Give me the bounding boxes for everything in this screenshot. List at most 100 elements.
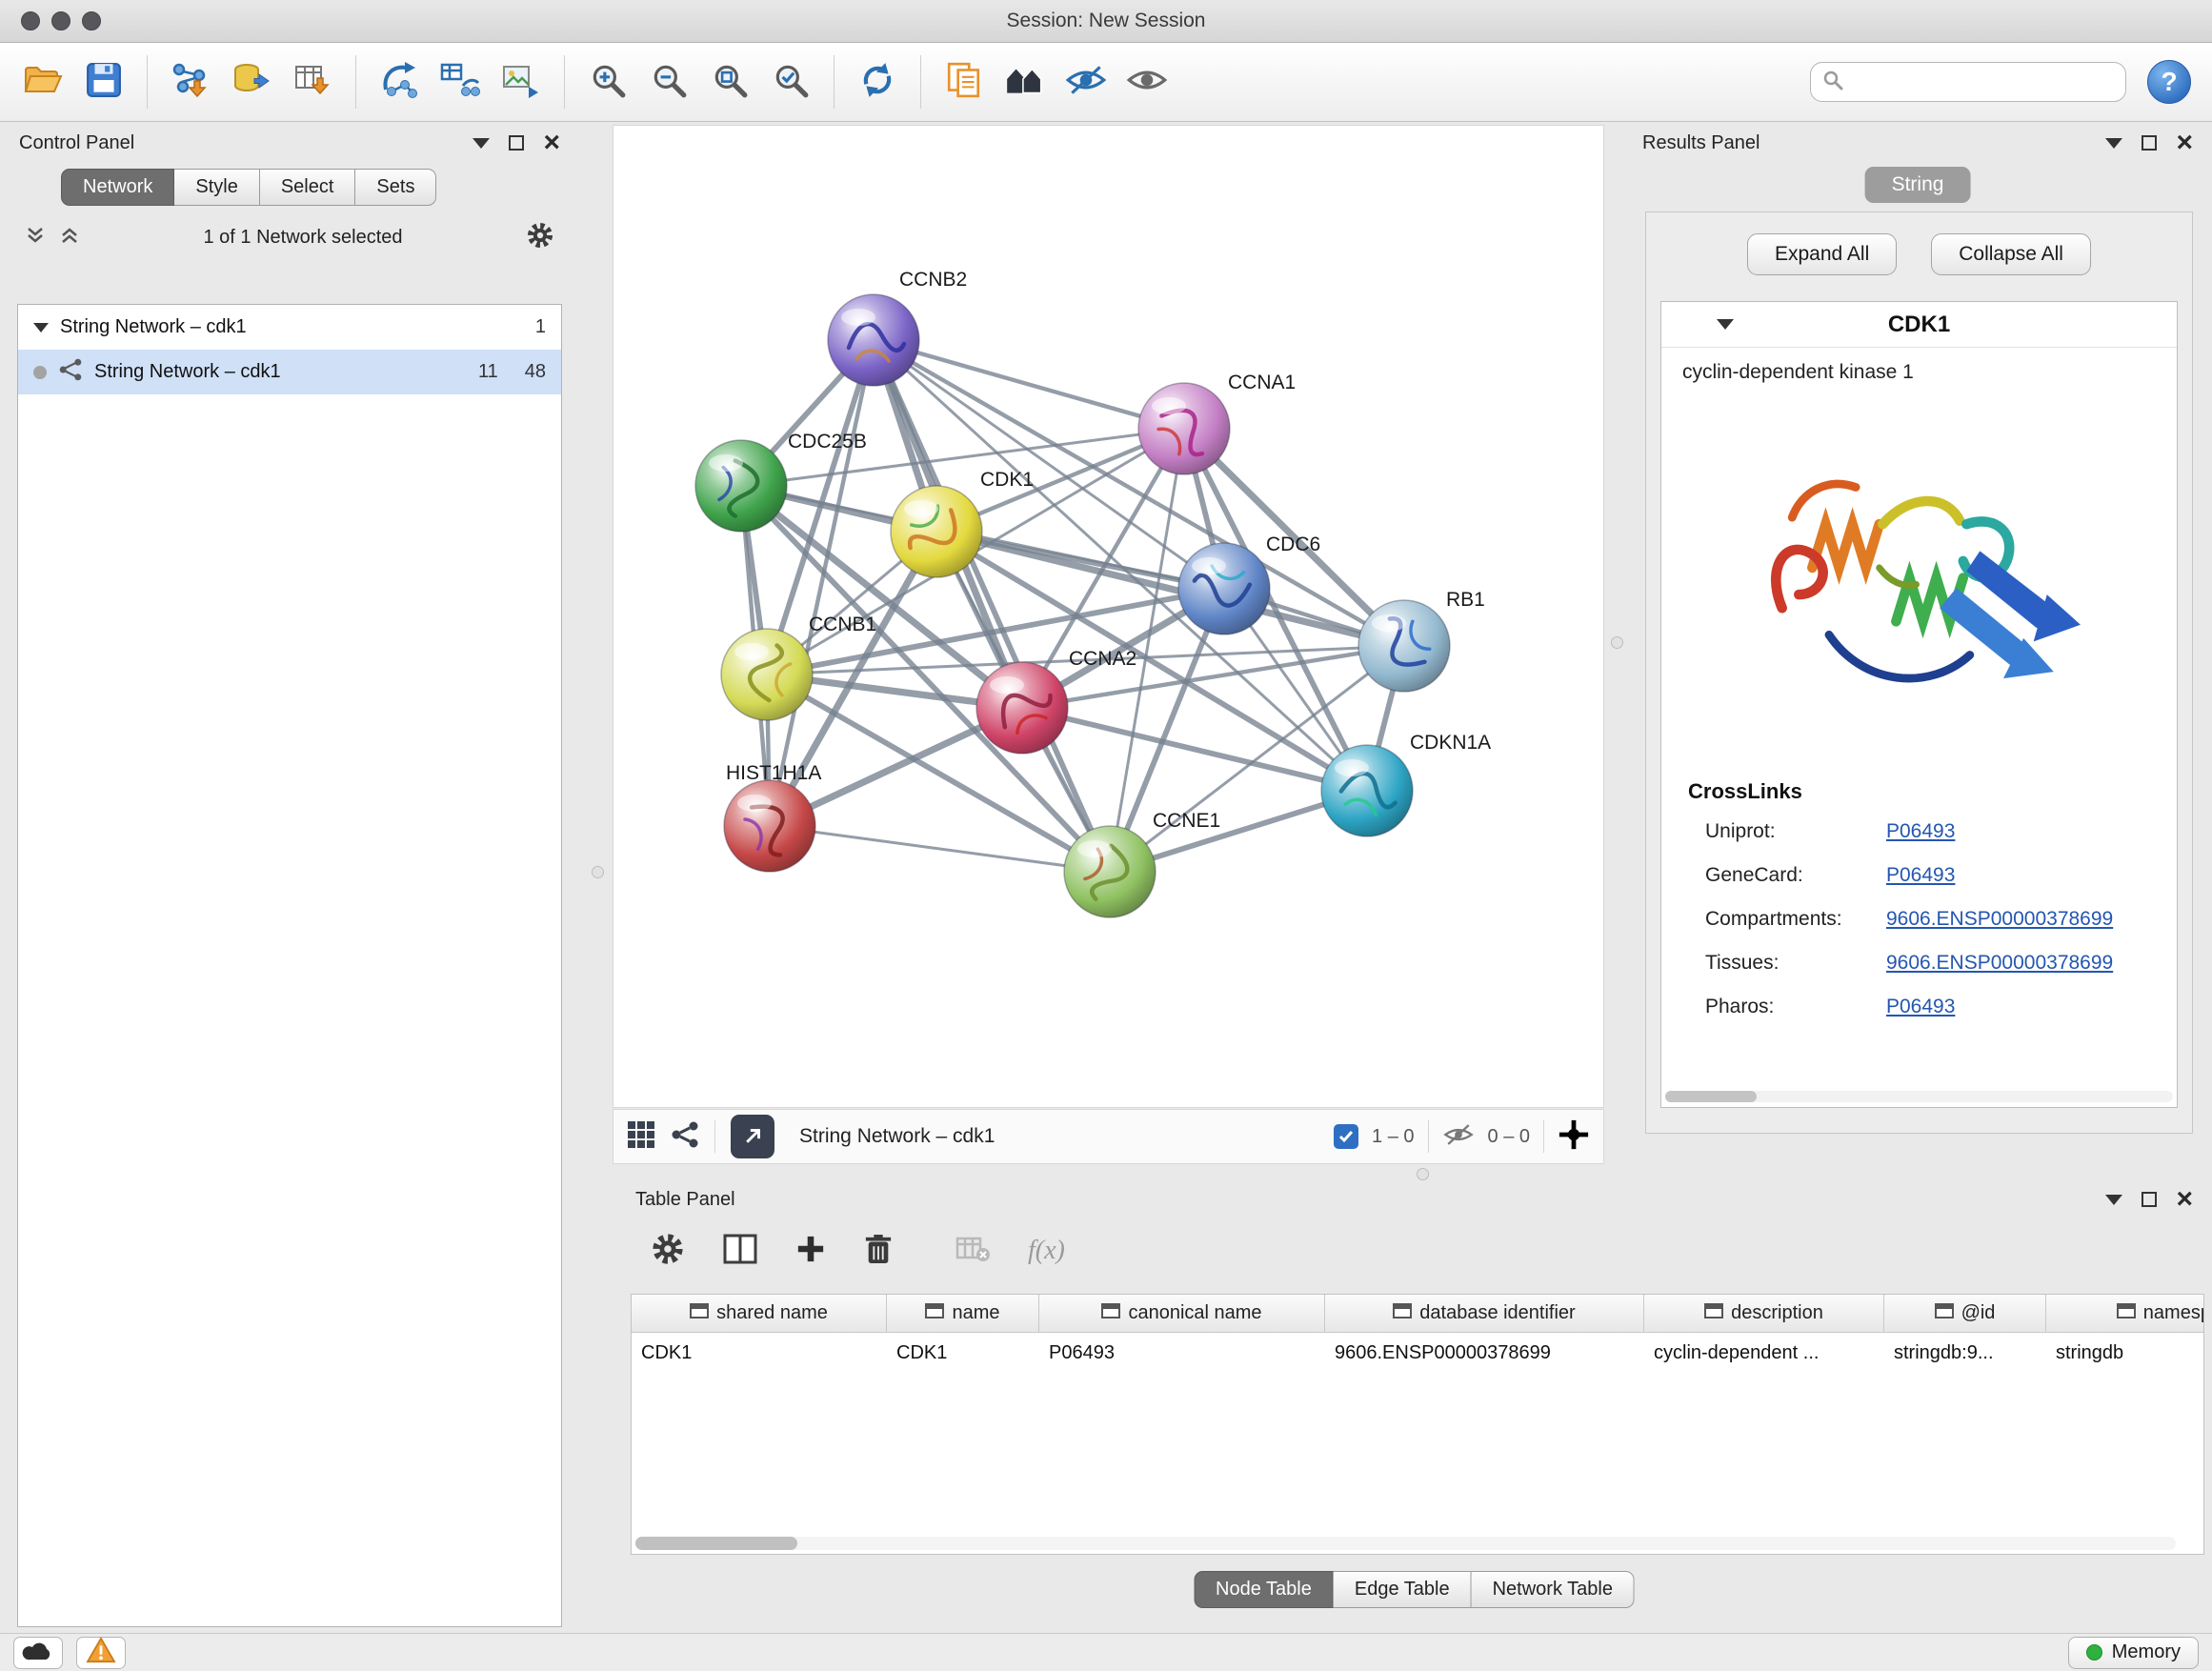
- table-row[interactable]: CDK1CDK1P064939606.ENSP00000378699cyclin…: [632, 1333, 2203, 1373]
- network-node-CDKN1A[interactable]: [1321, 745, 1413, 836]
- birds-eye-view-button[interactable]: [997, 52, 1053, 111]
- panel-menu-icon[interactable]: [473, 138, 490, 149]
- network-node-CDC25B[interactable]: [695, 440, 787, 532]
- search-field[interactable]: [1810, 62, 2126, 102]
- panel-close-icon[interactable]: ×: [2176, 1190, 2193, 1209]
- zoom-in-button[interactable]: [580, 52, 635, 111]
- tab-edge-table[interactable]: Edge Table: [1334, 1571, 1472, 1608]
- collection-expander-icon[interactable]: [33, 323, 49, 332]
- network-node-CCNB1[interactable]: [721, 629, 813, 720]
- network-edge[interactable]: [1022, 708, 1367, 791]
- zoom-window-button[interactable]: [82, 11, 101, 30]
- collapse-all-button[interactable]: Collapse All: [1931, 233, 2091, 275]
- gene-card-expander-icon[interactable]: [1717, 319, 1734, 330]
- table-settings-gear-icon[interactable]: [651, 1232, 685, 1271]
- tab-style[interactable]: Style: [174, 169, 259, 206]
- copy-annotation-button[interactable]: [936, 52, 992, 111]
- panel-menu-icon[interactable]: [2105, 138, 2122, 149]
- network-edge[interactable]: [874, 340, 1110, 872]
- network-share-icon[interactable]: [671, 1120, 699, 1154]
- collapse-all-networks-icon[interactable]: [25, 225, 46, 251]
- fit-content-crosshair-icon[interactable]: [1558, 1118, 1590, 1156]
- crosslink-link[interactable]: P06493: [1886, 864, 1955, 887]
- save-session-button[interactable]: [76, 52, 131, 111]
- show-graphics-details-button[interactable]: [1119, 52, 1175, 111]
- canvas-results-splitter-handle[interactable]: [1611, 636, 1623, 649]
- zoom-fit-button[interactable]: [702, 52, 757, 111]
- network-collection-row[interactable]: String Network – cdk1 1: [18, 305, 561, 350]
- table-horizontal-scrollbar[interactable]: [635, 1537, 2176, 1550]
- network-node-CDK1[interactable]: [891, 486, 982, 577]
- import-table-button[interactable]: [285, 52, 340, 111]
- column-header[interactable]: canonical name: [1039, 1295, 1325, 1333]
- crosslink-link[interactable]: P06493: [1886, 996, 1955, 1018]
- table-cell[interactable]: stringdb:9...: [1884, 1333, 2046, 1373]
- hide-selected-button[interactable]: [1058, 52, 1114, 111]
- cloud-status-button[interactable]: [13, 1637, 63, 1669]
- grid-view-icon[interactable]: [627, 1120, 655, 1154]
- show-columns-icon[interactable]: [723, 1234, 757, 1269]
- network-node-CCNB2[interactable]: [828, 294, 919, 386]
- network-graph[interactable]: CCNB2CCNA1CDC25BCDK1CDC6RB1CCNB1CCNA2CDK…: [613, 126, 1603, 1107]
- panel-float-icon[interactable]: [509, 135, 524, 151]
- crosslink-link[interactable]: P06493: [1886, 820, 1955, 843]
- close-window-button[interactable]: [21, 11, 40, 30]
- tab-string[interactable]: String: [1865, 167, 1971, 203]
- network-options-gear-icon[interactable]: [526, 221, 554, 254]
- panel-float-icon[interactable]: [2142, 1192, 2157, 1207]
- vertical-splitter-handle[interactable]: [592, 866, 604, 878]
- minimize-window-button[interactable]: [51, 11, 70, 30]
- column-header[interactable]: description: [1644, 1295, 1884, 1333]
- tab-select[interactable]: Select: [260, 169, 356, 206]
- expand-all-button[interactable]: Expand All: [1747, 233, 1897, 275]
- table-cell[interactable]: CDK1: [887, 1333, 1039, 1373]
- network-from-selection-button[interactable]: [372, 52, 427, 111]
- column-header[interactable]: shared name: [632, 1295, 887, 1333]
- network-canvas[interactable]: CCNB2CCNA1CDC25BCDK1CDC6RB1CCNB1CCNA2CDK…: [613, 125, 1604, 1108]
- table-cell[interactable]: CDK1: [632, 1333, 887, 1373]
- import-network-database-button[interactable]: [224, 52, 279, 111]
- results-horizontal-scrollbar[interactable]: [1665, 1091, 2173, 1102]
- delete-column-trash-icon[interactable]: [864, 1233, 893, 1270]
- column-header[interactable]: namespace: [2046, 1295, 2204, 1333]
- panel-close-icon[interactable]: ×: [543, 133, 560, 152]
- table-cell[interactable]: P06493: [1039, 1333, 1325, 1373]
- table-cell[interactable]: cyclin-dependent ...: [1644, 1333, 1884, 1373]
- column-header[interactable]: database identifier: [1325, 1295, 1644, 1333]
- network-node-HIST1H1A[interactable]: [724, 780, 815, 872]
- crosslink-link[interactable]: 9606.ENSP00000378699: [1886, 908, 2113, 931]
- node-table[interactable]: shared namenamecanonical namedatabase id…: [631, 1294, 2204, 1555]
- selected-nodes-checkbox-icon[interactable]: [1334, 1124, 1358, 1149]
- zoom-out-button[interactable]: [641, 52, 696, 111]
- search-input[interactable]: [1851, 71, 2114, 93]
- tab-sets[interactable]: Sets: [355, 169, 436, 206]
- table-cell[interactable]: 9606.ENSP00000378699: [1325, 1333, 1644, 1373]
- table-cell[interactable]: stringdb: [2046, 1333, 2204, 1373]
- horizontal-splitter-handle[interactable]: [1417, 1168, 1429, 1180]
- network-node-CCNA1[interactable]: [1138, 383, 1230, 474]
- help-button[interactable]: ?: [2147, 60, 2191, 104]
- network-node-CCNE1[interactable]: [1064, 826, 1156, 917]
- warnings-button[interactable]: [76, 1637, 126, 1669]
- export-image-button[interactable]: [493, 52, 549, 111]
- network-node-RB1[interactable]: [1358, 600, 1450, 692]
- expand-all-networks-icon[interactable]: [59, 225, 80, 251]
- panel-close-icon[interactable]: ×: [2176, 133, 2193, 152]
- detach-view-button[interactable]: [731, 1115, 774, 1158]
- function-builder-icon[interactable]: f(x): [1028, 1236, 1065, 1266]
- tab-network-table[interactable]: Network Table: [1472, 1571, 1635, 1608]
- column-header[interactable]: name: [887, 1295, 1039, 1333]
- tab-network[interactable]: Network: [61, 169, 174, 206]
- tab-node-table[interactable]: Node Table: [1194, 1571, 1334, 1608]
- network-node-CDC6[interactable]: [1178, 543, 1270, 634]
- refresh-layout-button[interactable]: [850, 52, 905, 111]
- network-item-row[interactable]: String Network – cdk1 11 48: [18, 350, 561, 394]
- gene-card-header[interactable]: CDK1: [1661, 302, 2177, 348]
- zoom-selected-button[interactable]: [763, 52, 818, 111]
- network-from-table-button[interactable]: [432, 52, 488, 111]
- memory-button[interactable]: Memory: [2068, 1637, 2199, 1669]
- add-column-plus-icon[interactable]: [795, 1234, 826, 1269]
- column-header[interactable]: @id: [1884, 1295, 2046, 1333]
- network-node-CCNA2[interactable]: [976, 662, 1068, 754]
- panel-menu-icon[interactable]: [2105, 1195, 2122, 1205]
